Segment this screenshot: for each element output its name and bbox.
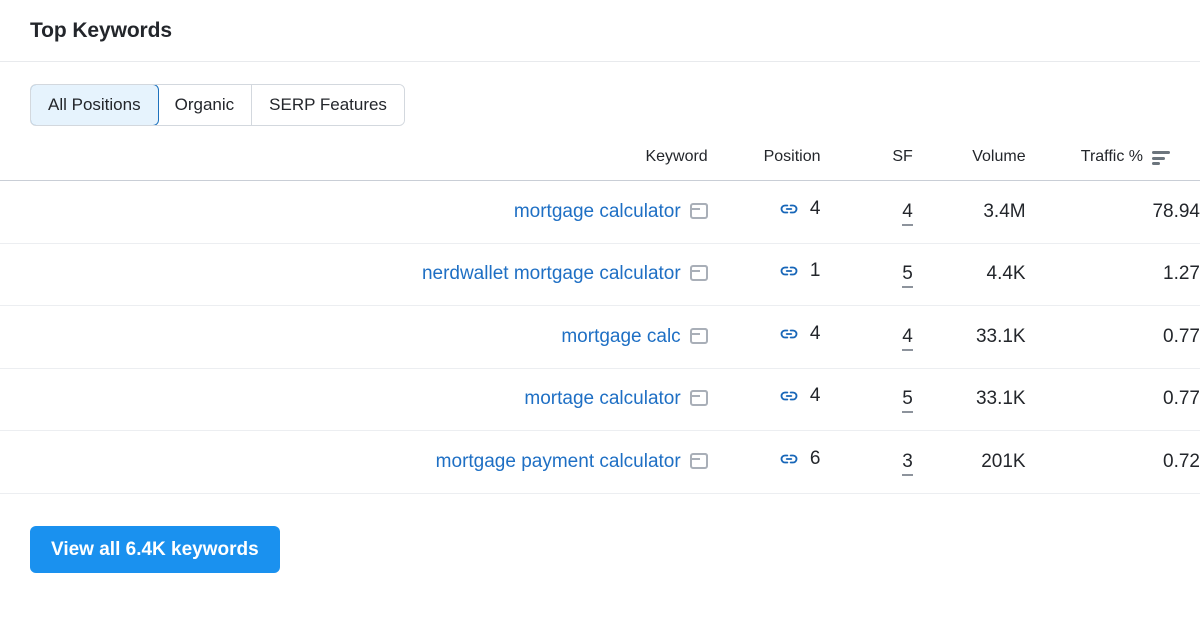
sf-value[interactable]: 3: [902, 450, 913, 476]
tab-serp-features[interactable]: SERP Features: [252, 85, 404, 125]
tab-all-positions[interactable]: All Positions: [30, 85, 159, 125]
top-keywords-widget: Top Keywords All Positions Organic SERP …: [0, 0, 1200, 638]
link-icon[interactable]: [778, 198, 800, 220]
keyword-link[interactable]: mortgage calc: [561, 326, 680, 347]
cell-keyword: mortgage calc: [0, 305, 708, 369]
keyword-link[interactable]: mortgage payment calculator: [436, 451, 681, 472]
cell-volume: 201K: [912, 430, 1026, 494]
tab-bar: All Positions Organic SERP Features: [0, 62, 1200, 126]
cell-keyword: mortgage calculator: [0, 180, 708, 244]
table-row: mortage calculator 4 5 33.1K 0.77: [0, 368, 1200, 431]
cell-sf: 3: [820, 430, 913, 494]
widget-footer: View all 6.4K keywords: [0, 494, 1200, 573]
position-value: 1: [809, 260, 821, 282]
cell-volume: 3.4M: [912, 180, 1026, 244]
keyword-link[interactable]: mortage calculator: [524, 388, 680, 409]
cell-volume: 33.1K: [912, 368, 1026, 431]
cell-keyword: mortage calculator: [0, 368, 708, 431]
view-all-keywords-button[interactable]: View all 6.4K keywords: [30, 525, 280, 573]
sf-value[interactable]: 4: [902, 325, 913, 351]
tab-group: All Positions Organic SERP Features: [30, 84, 405, 126]
keyword-link[interactable]: nerdwallet mortgage calculator: [422, 263, 681, 284]
cell-position: 4: [707, 180, 821, 244]
column-header-keyword[interactable]: Keyword: [0, 140, 708, 181]
serp-feature-icon[interactable]: [689, 327, 708, 344]
position-wrapper: 1: [778, 260, 821, 282]
cell-sf: 4: [820, 180, 913, 244]
sort-descending-icon[interactable]: [1152, 149, 1170, 165]
table-header: Keyword Position SF Volume Traffic %: [0, 140, 1200, 181]
table-row: nerdwallet mortgage calculator 1 5 4.4K …: [0, 243, 1200, 306]
cell-traffic: 1.27: [1025, 243, 1200, 306]
widget-header: Top Keywords: [0, 0, 1200, 62]
cell-keyword: nerdwallet mortgage calculator: [0, 243, 708, 306]
table-header-row: Keyword Position SF Volume Traffic %: [0, 140, 1200, 181]
table-row: mortgage payment calculator 6 3 201K 0.7…: [0, 430, 1200, 494]
cell-position: 4: [707, 368, 821, 431]
serp-feature-icon[interactable]: [689, 265, 708, 282]
link-icon[interactable]: [778, 260, 800, 282]
link-icon[interactable]: [778, 323, 800, 345]
cell-traffic: 78.94: [1025, 180, 1200, 244]
table-row: mortgage calc 4 4 33.1K 0.77: [0, 305, 1200, 369]
column-header-volume[interactable]: Volume: [912, 140, 1026, 181]
column-header-sf[interactable]: SF: [820, 140, 913, 181]
cell-sf: 4: [820, 305, 913, 369]
position-value: 6: [809, 447, 821, 469]
cell-keyword: mortgage payment calculator: [0, 430, 708, 494]
cell-traffic: 0.72: [1025, 430, 1200, 494]
link-icon[interactable]: [778, 385, 800, 407]
column-header-traffic-label: Traffic %: [1080, 148, 1143, 165]
table-row: mortgage calculator 4 4 3.4M 78.94: [0, 180, 1200, 244]
page-title: Top Keywords: [30, 18, 172, 42]
cell-volume: 4.4K: [912, 243, 1026, 306]
cell-sf: 5: [820, 243, 913, 306]
serp-feature-icon[interactable]: [689, 202, 708, 219]
cell-traffic: 0.77: [1025, 368, 1200, 431]
position-value: 4: [809, 385, 821, 407]
column-header-traffic[interactable]: Traffic %: [1025, 140, 1200, 181]
traffic-header-inner: Traffic %: [1081, 148, 1170, 166]
position-wrapper: 4: [778, 198, 821, 220]
cell-sf: 5: [820, 368, 913, 431]
sf-value[interactable]: 4: [902, 200, 913, 226]
position-wrapper: 6: [778, 448, 821, 470]
serp-feature-icon[interactable]: [689, 390, 708, 407]
keyword-link[interactable]: mortgage calculator: [514, 201, 681, 222]
column-header-position[interactable]: Position: [707, 140, 821, 181]
cell-position: 4: [707, 305, 821, 369]
cell-position: 6: [707, 430, 821, 494]
tab-organic[interactable]: Organic: [157, 85, 253, 125]
position-value: 4: [809, 322, 821, 344]
sf-value[interactable]: 5: [902, 263, 913, 289]
cell-position: 1: [707, 243, 821, 306]
serp-feature-icon[interactable]: [689, 452, 708, 469]
table-body: mortgage calculator 4 4 3.4M 78.94 nerdw…: [0, 180, 1200, 494]
cell-traffic: 0.77: [1025, 305, 1200, 369]
keywords-table: Keyword Position SF Volume Traffic % mor…: [0, 140, 1200, 494]
sf-value[interactable]: 5: [902, 388, 913, 414]
position-wrapper: 4: [778, 323, 821, 345]
position-wrapper: 4: [778, 385, 821, 407]
cell-volume: 33.1K: [912, 305, 1026, 369]
link-icon[interactable]: [778, 448, 800, 470]
position-value: 4: [809, 197, 821, 219]
